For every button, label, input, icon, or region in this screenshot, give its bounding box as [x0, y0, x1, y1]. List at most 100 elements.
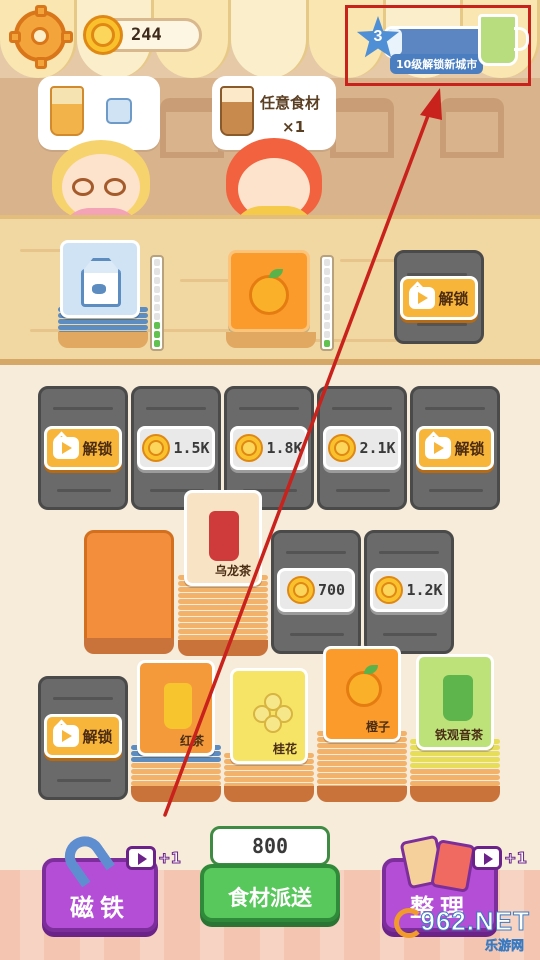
- board-slot-r3-c2[interactable]: 红茶: [131, 660, 221, 802]
- unlock-label: 解锁: [82, 727, 113, 746]
- board-slot-r3-c4[interactable]: 橙子: [317, 646, 407, 802]
- watermark: 962.NET 乐游网: [394, 902, 534, 954]
- tieguanyin-bottle-icon: [443, 675, 473, 721]
- slot-price: 2.1K: [359, 439, 396, 457]
- deal-label: 食材派送: [228, 886, 312, 910]
- meter-segment: [154, 304, 160, 311]
- board-slot-r2-c2[interactable]: 乌龙茶: [178, 490, 268, 656]
- unlock-label: 解锁: [82, 439, 113, 458]
- milk-carton-icon: [106, 98, 132, 124]
- card-label: 铁观音茶: [434, 728, 483, 742]
- buy-slot-button[interactable]: 2.1K: [323, 426, 401, 470]
- meter-segment: [324, 277, 330, 284]
- meter-segment: [154, 286, 160, 293]
- meter-segment: [154, 331, 160, 338]
- magnet-ad-bonus: +1: [126, 846, 182, 870]
- meter-segment: [324, 313, 330, 320]
- meter-segment: [154, 340, 160, 347]
- meter-segment: [324, 259, 330, 266]
- orange-icon: [346, 665, 382, 707]
- meter-segment: [324, 322, 330, 329]
- milk-tea-icon: [50, 86, 84, 136]
- buy-slot-button[interactable]: 1.8K: [230, 426, 308, 470]
- cup-icon: [478, 14, 529, 66]
- board-slot-r1-c5[interactable]: 解锁: [410, 386, 500, 510]
- meter-segment: [324, 304, 330, 311]
- black-tea-card[interactable]: 红茶: [137, 660, 215, 756]
- meter-segment: [324, 295, 330, 302]
- order-text: 任意食材: [260, 94, 321, 112]
- meter-segment: [324, 340, 330, 347]
- slot-price: 1.2K: [406, 581, 443, 599]
- milk-card[interactable]: [60, 240, 140, 318]
- level-progress-highlight[interactable]: 3 10级解锁新城市: [345, 5, 531, 86]
- black-tea-bottle-icon: [164, 683, 192, 729]
- card-label: 乌龙茶: [214, 564, 251, 578]
- unlock-button[interactable]: 解锁: [416, 426, 494, 470]
- tieguanyin-tea-card[interactable]: 铁观音茶: [416, 654, 494, 750]
- board-slot-r1-c4[interactable]: 2.1K: [317, 386, 407, 510]
- deal-count-value: 800: [251, 834, 289, 858]
- board-slot-r2-c4[interactable]: 1.2K: [364, 530, 454, 654]
- sort-ad-bonus: +1: [472, 846, 528, 870]
- counter-slot-3[interactable]: 解锁: [394, 250, 484, 348]
- meter-segment: [154, 277, 160, 284]
- meter-segment: [154, 322, 160, 329]
- board-slot-r3-c1[interactable]: 解锁: [38, 676, 128, 800]
- unlock-button[interactable]: 解锁: [44, 714, 122, 758]
- deal-count: 800: [210, 826, 330, 866]
- bubble-tea-icon: [220, 86, 254, 136]
- deal-ingredients-button[interactable]: 食材派送: [200, 864, 340, 922]
- coin-amount: 244: [131, 25, 162, 45]
- meter-segment: [324, 331, 330, 338]
- progress-meter-2: [320, 255, 334, 351]
- buy-slot-button[interactable]: 700: [277, 568, 355, 612]
- board-slot-r2-c1[interactable]: [84, 530, 174, 654]
- video-ad-icon: [53, 437, 80, 459]
- settings-button[interactable]: [9, 5, 73, 69]
- milk-carton-icon: [81, 269, 121, 307]
- unlock-button[interactable]: 解锁: [400, 276, 478, 320]
- card-label: 橙子: [365, 720, 390, 734]
- coin-icon: [286, 576, 315, 604]
- board-slot-r2-c3[interactable]: 700: [271, 530, 361, 654]
- video-ad-icon: [126, 846, 156, 870]
- customer-2: [222, 136, 326, 215]
- buy-slot-button[interactable]: 1.5K: [137, 426, 215, 470]
- watermark-brand: 962.NET: [420, 906, 530, 937]
- coin-icon: [235, 434, 264, 462]
- video-ad-icon: [53, 725, 80, 747]
- level-number: 3: [373, 28, 383, 45]
- board-slot-r3-c3[interactable]: 桂花: [224, 668, 314, 802]
- watermark-subtitle: 乐游网: [484, 939, 525, 955]
- unlock-label: 解锁: [438, 289, 469, 308]
- oolong-tea-card[interactable]: 乌龙茶: [184, 490, 262, 586]
- meter-segment: [154, 268, 160, 275]
- meter-segment: [324, 286, 330, 293]
- card-label: 红茶: [179, 734, 204, 748]
- unlock-label: 解锁: [454, 439, 485, 458]
- board-slot-r1-c1[interactable]: 解锁: [38, 386, 128, 510]
- oolong-bottle-icon: [209, 511, 239, 561]
- board-slot-r3-c5[interactable]: 铁观音茶: [410, 654, 500, 802]
- meter-segment: [154, 313, 160, 320]
- buy-slot-button[interactable]: 1.2K: [370, 568, 448, 612]
- sort-bonus: +1: [503, 849, 528, 868]
- coin-icon: [375, 576, 404, 604]
- level-unlock-hint: 10级解锁新城市: [390, 54, 484, 74]
- orange-icon: [249, 269, 289, 315]
- counter-slot-2[interactable]: [226, 250, 316, 348]
- orange-card[interactable]: 橙子: [323, 646, 401, 742]
- orange-card[interactable]: [228, 250, 310, 332]
- video-ad-icon: [409, 287, 436, 309]
- meter-segment: [154, 295, 160, 302]
- slot-price: 1.5K: [173, 439, 210, 457]
- video-ad-icon: [425, 437, 452, 459]
- unlock-button[interactable]: 解锁: [44, 426, 122, 470]
- counter-slot-1[interactable]: [58, 240, 148, 348]
- card-label: 桂花: [272, 742, 297, 756]
- order-quantity: ×1: [282, 118, 306, 136]
- coin-icon: [83, 15, 123, 55]
- osmanthus-card[interactable]: 桂花: [230, 668, 308, 764]
- coin-icon: [142, 434, 171, 462]
